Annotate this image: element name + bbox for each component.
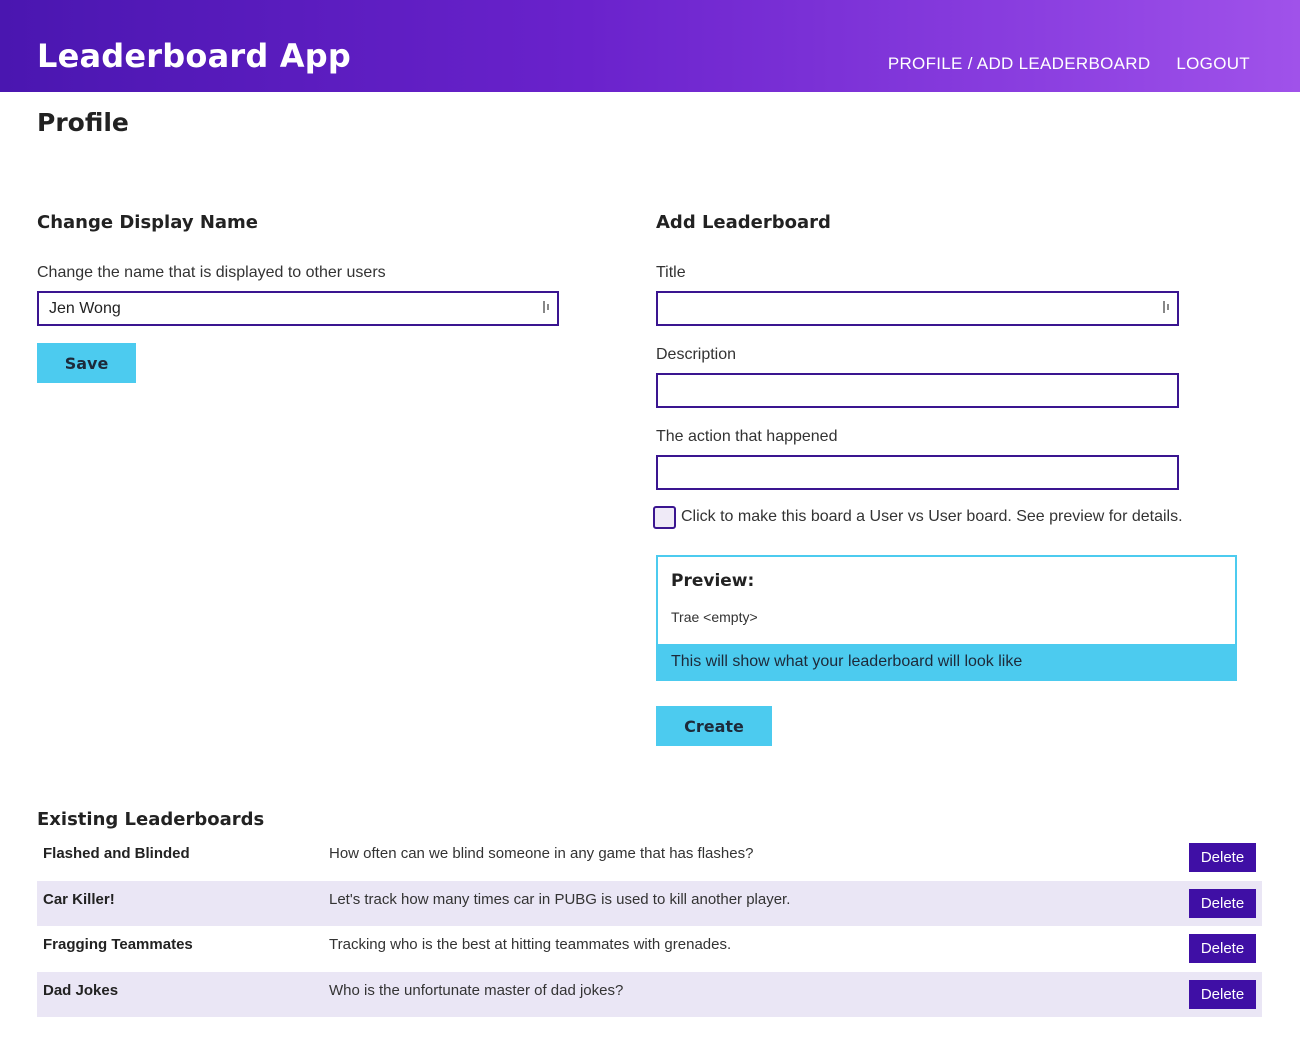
preview-heading: Preview: (671, 571, 755, 591)
change-display-name-title: Change Display Name (37, 212, 258, 233)
preview-footer: This will show what your leaderboard wil… (658, 644, 1235, 679)
leaderboard-name: Fragging Teammates (43, 936, 193, 953)
save-button[interactable]: Save (37, 343, 136, 383)
preview-text: Trae <empty> (671, 609, 758, 625)
display-name-field-wrap (37, 291, 559, 326)
existing-leaderboards-title: Existing Leaderboards (37, 809, 265, 830)
title-field-wrap (656, 291, 1179, 326)
action-label: The action that happened (656, 428, 838, 445)
table-row: Dad Jokes Who is the unfortunate master … (37, 971, 1262, 1017)
leaderboard-description: How often can we blind someone in any ga… (329, 845, 754, 862)
delete-button[interactable]: Delete (1189, 934, 1256, 963)
existing-leaderboards-table: Flashed and Blinded How often can we bli… (37, 835, 1262, 1017)
title-label: Title (656, 264, 686, 281)
preview-card: Preview: Trae <empty> This will show wha… (656, 555, 1237, 681)
table-row: Car Killer! Let's track how many times c… (37, 880, 1262, 926)
user-vs-user-checkbox[interactable] (653, 506, 676, 529)
leaderboard-description: Tracking who is the best at hitting team… (329, 936, 732, 953)
page-title: Profile (37, 108, 129, 137)
leaderboard-name: Car Killer! (43, 890, 115, 908)
table-row: Flashed and Blinded How often can we bli… (37, 835, 1262, 881)
create-button[interactable]: Create (656, 706, 772, 746)
nav-logout[interactable]: LOGOUT (1176, 54, 1250, 74)
action-input[interactable] (656, 455, 1179, 490)
display-name-label: Change the name that is displayed to oth… (37, 264, 386, 281)
description-label: Description (656, 346, 737, 363)
app-title[interactable]: Leaderboard App (37, 34, 351, 78)
autofill-icon (543, 300, 553, 314)
leaderboard-description: Who is the unfortunate master of dad jok… (329, 981, 624, 999)
delete-button[interactable]: Delete (1189, 979, 1256, 1009)
autofill-icon (1163, 300, 1173, 314)
app-header: Leaderboard App PROFILE / ADD LEADERBOAR… (0, 0, 1300, 92)
leaderboard-name: Flashed and Blinded (43, 845, 190, 862)
title-input[interactable] (656, 291, 1179, 326)
nav-profile-add-leaderboard[interactable]: PROFILE / ADD LEADERBOARD (888, 54, 1151, 74)
leaderboard-name: Dad Jokes (43, 981, 119, 999)
display-name-input[interactable] (37, 291, 559, 326)
top-nav: PROFILE / ADD LEADERBOARD LOGOUT (888, 54, 1250, 74)
table-row: Fragging Teammates Tracking who is the b… (37, 926, 1262, 972)
delete-button[interactable]: Delete (1189, 843, 1256, 872)
leaderboard-description: Let's track how many times car in PUBG i… (329, 890, 791, 908)
add-leaderboard-title: Add Leaderboard (656, 212, 831, 233)
delete-button[interactable]: Delete (1189, 888, 1256, 918)
description-input[interactable] (656, 373, 1179, 408)
user-vs-user-checkbox-label[interactable]: Click to make this board a User vs User … (681, 508, 1183, 526)
